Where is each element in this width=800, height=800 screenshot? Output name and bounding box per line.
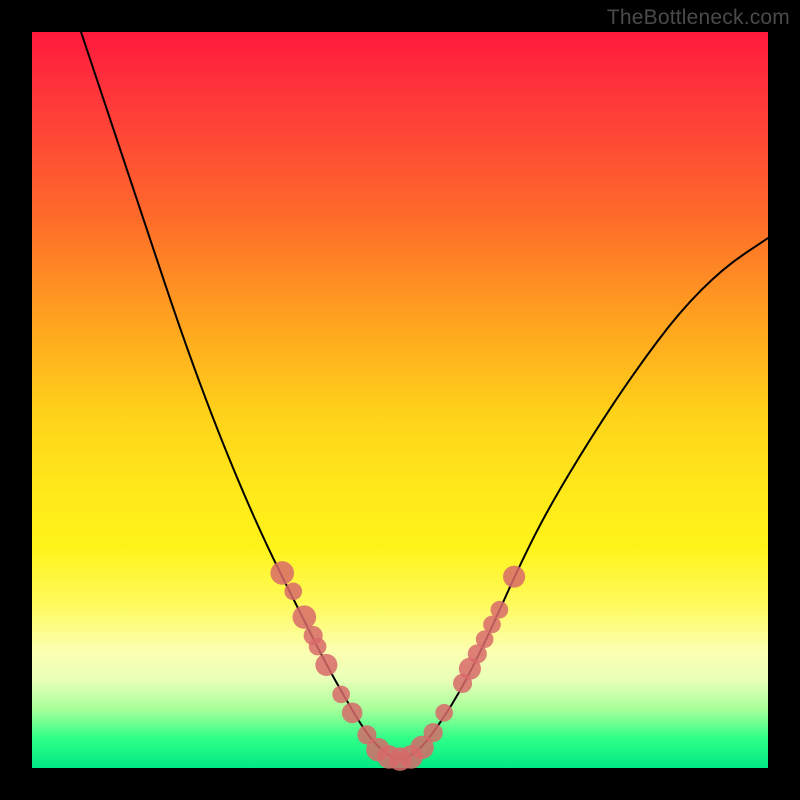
curve-marker bbox=[293, 605, 317, 629]
curve-marker bbox=[342, 702, 363, 723]
chart-frame: TheBottleneck.com bbox=[0, 0, 800, 800]
curve-marker bbox=[491, 601, 509, 619]
chart-svg bbox=[32, 32, 768, 768]
curve-marker bbox=[424, 723, 443, 742]
curve-marker bbox=[315, 654, 337, 676]
curve-marker bbox=[503, 566, 525, 588]
curve-marker bbox=[309, 638, 327, 656]
watermark-text: TheBottleneck.com bbox=[607, 6, 790, 30]
curve-marker bbox=[332, 686, 350, 704]
bottleneck-curve bbox=[32, 0, 768, 759]
curve-markers bbox=[270, 561, 525, 771]
curve-marker bbox=[270, 561, 294, 585]
plot-area bbox=[32, 32, 768, 768]
curve-marker bbox=[284, 583, 302, 601]
curve-marker bbox=[435, 704, 453, 722]
